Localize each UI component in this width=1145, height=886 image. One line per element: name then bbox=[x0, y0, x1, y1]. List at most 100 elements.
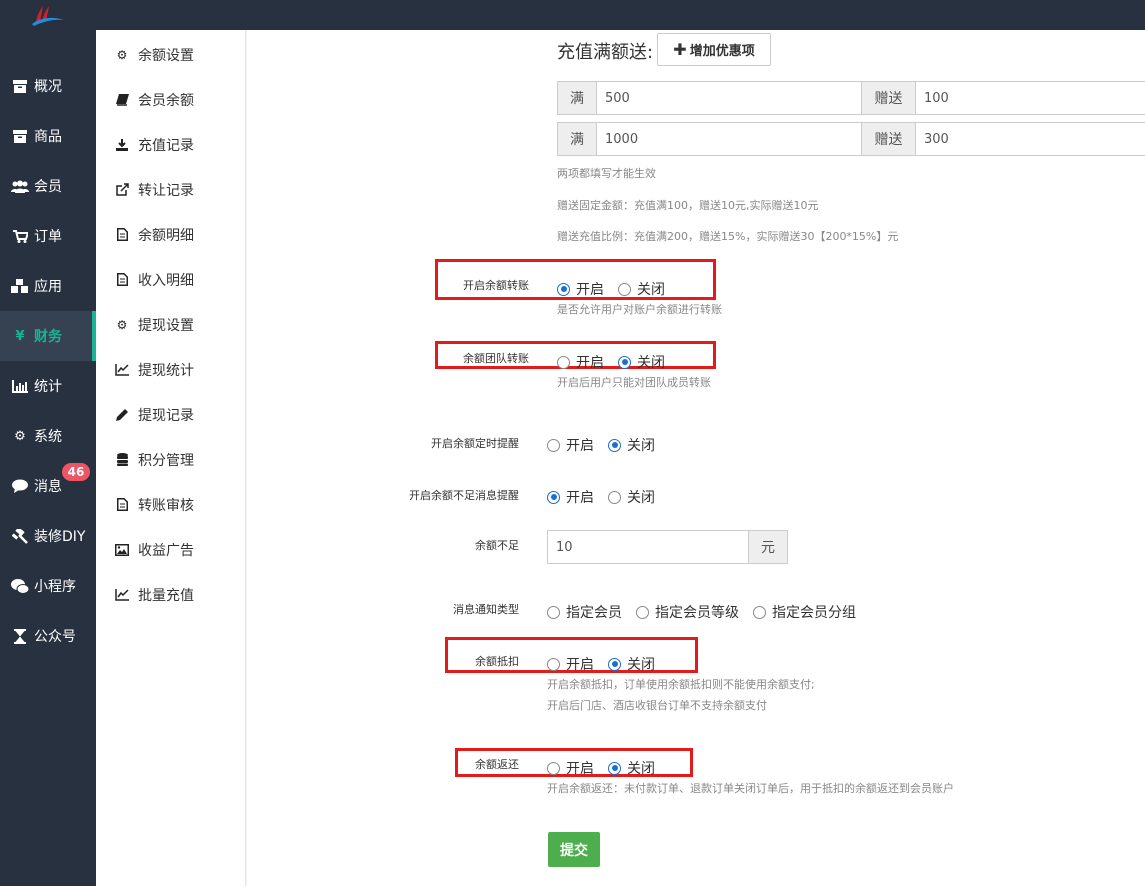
subnav-income-details[interactable]: 收入明细 bbox=[96, 257, 246, 302]
radio-label: 开启 bbox=[576, 282, 604, 298]
subnav-withdraw-records[interactable]: 提现记录 bbox=[96, 392, 246, 437]
nav-label: 应用 bbox=[34, 279, 62, 295]
main-content: 充值满额送: ✚ 增加优惠项 满 500 赠送 100 满 1000 赠送 300… bbox=[247, 30, 1145, 886]
gift-addon: 赠送 bbox=[861, 122, 916, 156]
nav-item-stats[interactable]: 统计 bbox=[0, 361, 96, 411]
radio-checked[interactable] bbox=[618, 355, 631, 369]
gift-amount-input[interactable]: 300 bbox=[915, 122, 1145, 156]
nav-item-diy[interactable]: 装修DIY bbox=[0, 511, 96, 561]
radio-unchecked[interactable] bbox=[753, 605, 766, 619]
team-transfer-close-option[interactable]: 关闭 bbox=[618, 352, 665, 372]
subnav-batch-recharge[interactable]: 批量充值 bbox=[96, 572, 246, 617]
nav-label: 消息 bbox=[34, 479, 62, 495]
radio-unchecked[interactable] bbox=[547, 605, 560, 619]
radio-unchecked[interactable] bbox=[608, 490, 621, 504]
refund-close-option[interactable]: 关闭 bbox=[608, 758, 655, 778]
download-icon bbox=[114, 138, 130, 152]
file-icon bbox=[114, 498, 130, 512]
recharge-hint: 赠送固定金额：充值满100，赠送10元,实际赠送10元 bbox=[557, 199, 819, 212]
subnav-recharge-records[interactable]: 充值记录 bbox=[96, 122, 246, 167]
radio-checked[interactable] bbox=[547, 490, 560, 504]
radio-checked[interactable] bbox=[608, 438, 621, 452]
radio-checked[interactable] bbox=[608, 657, 621, 671]
subnav-label: 会员余额 bbox=[138, 92, 194, 109]
radio-label: 关闭 bbox=[637, 282, 665, 298]
archive-icon bbox=[11, 78, 29, 94]
radio-unchecked[interactable] bbox=[636, 605, 649, 619]
nav-item-official-account[interactable]: 公众号 bbox=[0, 611, 96, 661]
nav-item-products[interactable]: 商品 bbox=[0, 111, 96, 161]
nav-label: 会员 bbox=[34, 179, 62, 195]
subnav-withdraw-settings[interactable]: ⚙ 提现设置 bbox=[96, 302, 246, 347]
radio-unchecked[interactable] bbox=[618, 282, 631, 296]
team-transfer-label: 余额团队转账 bbox=[463, 352, 529, 365]
add-discount-button[interactable]: ✚ 增加优惠项 bbox=[657, 33, 771, 66]
subnav-revenue-ads[interactable]: 收益广告 bbox=[96, 527, 246, 572]
timed-reminder-close-option[interactable]: 关闭 bbox=[608, 435, 655, 455]
full-amount-input[interactable]: 500 bbox=[596, 81, 862, 115]
subnav-transfer-review[interactable]: 转账审核 bbox=[96, 482, 246, 527]
nav-label: 统计 bbox=[34, 379, 62, 395]
full-amount-input[interactable]: 1000 bbox=[596, 122, 862, 156]
nav-item-apps[interactable]: 应用 bbox=[0, 261, 96, 311]
subnav-balance-details[interactable]: 余额明细 bbox=[96, 212, 246, 257]
subnav-label: 收入明细 bbox=[138, 272, 194, 289]
subnav-label: 积分管理 bbox=[138, 452, 194, 469]
line-chart-icon bbox=[114, 588, 130, 602]
low-balance-input[interactable]: 10 bbox=[547, 530, 750, 564]
notify-type-member-option[interactable]: 指定会员 bbox=[547, 602, 622, 622]
balance-transfer-close-option[interactable]: 关闭 bbox=[618, 279, 665, 299]
brand-logo-icon[interactable] bbox=[28, 4, 68, 28]
notify-type-label: 消息通知类型 bbox=[453, 603, 519, 616]
deduction-open-option[interactable]: 开启 bbox=[547, 654, 594, 674]
gift-amount-input[interactable]: 100 bbox=[915, 81, 1145, 115]
radio-unchecked[interactable] bbox=[547, 761, 560, 775]
timed-reminder-open-option[interactable]: 开启 bbox=[547, 435, 594, 455]
nav-item-system[interactable]: ⚙ 系统 bbox=[0, 411, 96, 461]
low-balance-reminder-close-option[interactable]: 关闭 bbox=[608, 487, 655, 507]
external-link-icon bbox=[114, 183, 130, 197]
finance-subnav: ⚙ 余额设置 会员余额 充值记录 转让记录 余额明细 收入明细 ⚙ 提现设置 提现统… bbox=[96, 30, 246, 886]
subnav-label: 充值记录 bbox=[138, 137, 194, 154]
subnav-transfer-records[interactable]: 转让记录 bbox=[96, 167, 246, 212]
subnav-label: 提现统计 bbox=[138, 362, 194, 379]
gift-addon: 赠送 bbox=[861, 81, 916, 115]
subnav-balance-settings[interactable]: ⚙ 余额设置 bbox=[96, 32, 246, 77]
nav-label: 商品 bbox=[34, 129, 62, 145]
balance-transfer-open-option[interactable]: 开启 bbox=[557, 279, 604, 299]
submit-button[interactable]: 提交 bbox=[548, 832, 600, 867]
refund-open-option[interactable]: 开启 bbox=[547, 758, 594, 778]
wechat-icon bbox=[11, 578, 29, 594]
file-icon bbox=[114, 273, 130, 287]
deduction-close-option[interactable]: 关闭 bbox=[608, 654, 655, 674]
radio-checked[interactable] bbox=[557, 282, 570, 296]
subnav-label: 提现记录 bbox=[138, 407, 194, 424]
deduction-label: 余额抵扣 bbox=[475, 655, 519, 668]
team-transfer-hint: 开启后用户只能对团队成员转账 bbox=[557, 376, 711, 389]
notify-type-level-option[interactable]: 指定会员等级 bbox=[636, 602, 739, 622]
nav-item-overview[interactable]: 概况 bbox=[0, 61, 96, 111]
radio-label: 开启 bbox=[566, 438, 594, 454]
refund-hint: 开启余额返还：未付款订单、退款订单关闭订单后，用于抵扣的余额返还到会员账户 bbox=[547, 782, 954, 795]
cubes-icon bbox=[11, 278, 29, 294]
radio-unchecked[interactable] bbox=[557, 355, 570, 369]
radio-checked[interactable] bbox=[608, 761, 621, 775]
team-transfer-open-option[interactable]: 开启 bbox=[557, 352, 604, 372]
subnav-label: 转让记录 bbox=[138, 182, 194, 199]
radio-unchecked[interactable] bbox=[547, 438, 560, 452]
full-addon: 满 bbox=[557, 122, 597, 156]
subnav-points-management[interactable]: 积分管理 bbox=[96, 437, 246, 482]
notify-type-group-option[interactable]: 指定会员分组 bbox=[753, 602, 856, 622]
timed-reminder-radio-group: 开启 关闭 bbox=[547, 435, 669, 455]
image-icon bbox=[114, 543, 130, 557]
radio-unchecked[interactable] bbox=[547, 657, 560, 671]
nav-item-messages[interactable]: 消息 46 bbox=[0, 461, 96, 511]
nav-item-miniprogram[interactable]: 小程序 bbox=[0, 561, 96, 611]
low-balance-reminder-label: 开启余额不足消息提醒 bbox=[409, 489, 519, 502]
nav-item-members[interactable]: 会员 bbox=[0, 161, 96, 211]
low-balance-reminder-open-option[interactable]: 开启 bbox=[547, 487, 594, 507]
subnav-withdraw-stats[interactable]: 提现统计 bbox=[96, 347, 246, 392]
nav-item-orders[interactable]: 订单 bbox=[0, 211, 96, 261]
nav-item-finance[interactable]: ¥ 财务 bbox=[0, 311, 96, 361]
subnav-member-balance[interactable]: 会员余额 bbox=[96, 77, 246, 122]
